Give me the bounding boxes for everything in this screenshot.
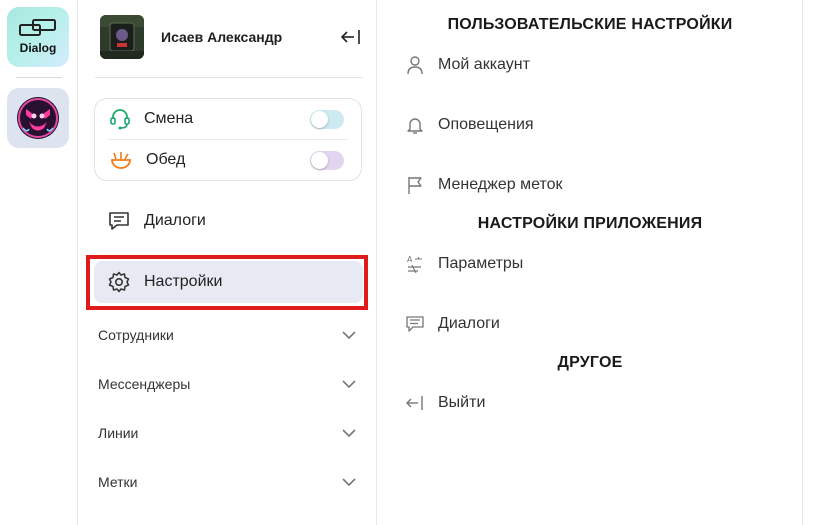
nav-item-dialogs[interactable]: Диалоги <box>94 200 363 242</box>
chevron-down-icon <box>342 478 356 486</box>
chevron-down-icon <box>342 331 356 339</box>
user-settings-heading: ПОЛЬЗОВАТЕЛЬСКИЕ НАСТРОЙКИ <box>447 16 733 33</box>
collapse-sidebar-button[interactable] <box>340 26 362 48</box>
section-messengers[interactable]: Мессенджеры <box>98 372 356 396</box>
dialog-app-label: Dialog <box>19 41 57 55</box>
svg-text:A: A <box>407 255 413 264</box>
navigation-panel: Исаев Александр Смена Обед Диалоги Настр… <box>79 0 377 525</box>
settings-content: ПОЛЬЗОВАТЕЛЬСКИЕ НАСТРОЙКИ Мой аккаунт О… <box>378 0 802 525</box>
user-icon <box>406 55 424 75</box>
other-heading: ДРУГОЕ <box>557 354 623 371</box>
avatar[interactable] <box>100 15 144 59</box>
avatar-app-button[interactable] <box>7 88 69 148</box>
settings-item-tag-manager[interactable]: Менеджер меток <box>406 171 562 199</box>
section-label: Метки <box>98 474 138 490</box>
settings-item-label: Диалоги <box>438 315 500 332</box>
chevron-down-icon <box>342 429 356 437</box>
profile-divider <box>95 77 363 78</box>
lunch-toggle[interactable] <box>310 150 344 170</box>
section-lines[interactable]: Линии <box>98 421 356 445</box>
lunch-label: Обед <box>146 151 186 168</box>
settings-item-notifications[interactable]: Оповещения <box>406 111 534 139</box>
section-label: Мессенджеры <box>98 376 191 392</box>
gear-icon <box>108 271 130 293</box>
translate-icon: A <box>406 254 424 274</box>
app-settings-heading: НАСТРОЙКИ ПРИЛОЖЕНИЯ <box>477 215 703 232</box>
dialog-app-icon <box>19 19 57 37</box>
section-employees[interactable]: Сотрудники <box>98 323 356 347</box>
settings-item-label: Выйти <box>438 394 486 411</box>
collapse-left-icon <box>341 29 361 45</box>
bell-icon <box>406 115 424 135</box>
dialog-app-button[interactable]: Dialog <box>7 7 69 67</box>
settings-item-dialogs[interactable]: Диалоги <box>406 310 500 338</box>
settings-item-logout[interactable]: Выйти <box>406 389 485 417</box>
logout-icon <box>406 395 424 411</box>
nav-item-settings[interactable]: Настройки <box>94 261 363 303</box>
settings-item-label: Мой аккаунт <box>438 56 530 73</box>
settings-item-label: Менеджер меток <box>438 176 563 193</box>
nav-item-label: Диалоги <box>144 212 206 229</box>
content-border <box>802 0 803 525</box>
chat-icon <box>108 211 130 231</box>
profile-header: Исаев Александр <box>100 15 362 59</box>
section-tags[interactable]: Метки <box>98 470 356 494</box>
chevron-down-icon <box>342 380 356 388</box>
food-bowl-icon <box>110 150 132 170</box>
settings-item-parameters[interactable]: A Параметры <box>406 250 523 278</box>
status-card: Смена Обед <box>94 98 362 181</box>
status-row-shift: Смена <box>95 99 361 139</box>
user-name: Исаев Александр <box>161 29 283 45</box>
flag-icon <box>406 175 424 195</box>
settings-item-label: Оповещения <box>438 116 534 133</box>
rail-divider <box>16 77 62 78</box>
app-rail: Dialog <box>0 0 78 525</box>
settings-item-account[interactable]: Мой аккаунт <box>406 51 530 79</box>
status-row-lunch: Обед <box>95 140 361 180</box>
avatar-app-icon <box>15 95 61 141</box>
section-label: Линии <box>98 425 139 441</box>
headset-icon <box>110 108 130 130</box>
shift-toggle[interactable] <box>310 109 344 129</box>
settings-item-label: Параметры <box>438 255 524 272</box>
shift-label: Смена <box>144 110 194 127</box>
message-icon <box>406 315 424 333</box>
nav-item-label: Настройки <box>144 273 223 290</box>
section-label: Сотрудники <box>98 327 174 343</box>
